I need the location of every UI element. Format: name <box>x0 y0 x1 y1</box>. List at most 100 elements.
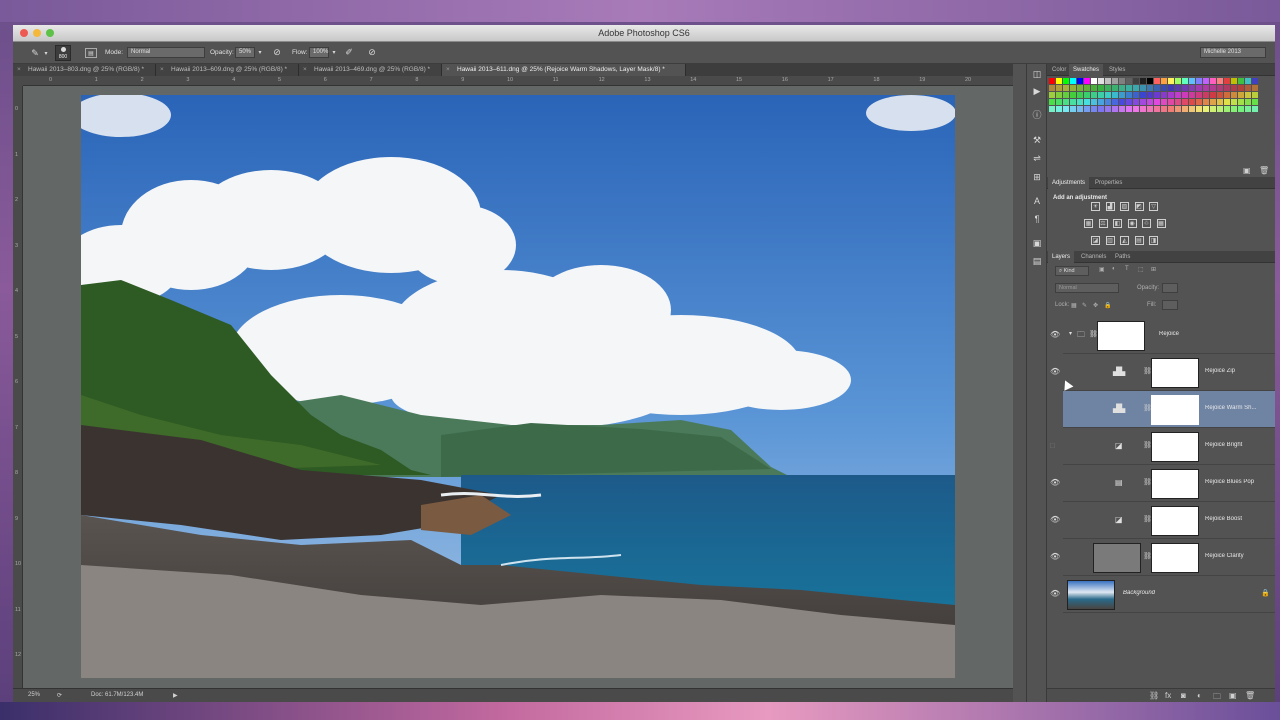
curves-icon[interactable]: ▨ <box>1120 202 1129 211</box>
swatch[interactable] <box>1133 92 1139 98</box>
actions-play-icon[interactable]: ▶ <box>1031 85 1043 97</box>
swatch[interactable] <box>1245 106 1251 112</box>
document-image[interactable] <box>81 95 955 678</box>
swatch[interactable] <box>1252 78 1258 84</box>
eye-icon[interactable]: 👁 <box>1050 331 1060 339</box>
posterize-icon[interactable]: ▥ <box>1105 236 1115 245</box>
layer-row[interactable]: 👁 ⛓ Rejoice Clarity <box>1050 539 1275 576</box>
pressure-size-icon[interactable]: ⊘ <box>366 47 378 57</box>
swatch[interactable] <box>1112 78 1118 84</box>
swatch[interactable] <box>1133 78 1139 84</box>
swatch[interactable] <box>1105 78 1111 84</box>
layer-row-background[interactable]: 👁 Background 🔒 <box>1050 576 1275 613</box>
swatch[interactable] <box>1245 78 1251 84</box>
layer-mask-thumbnail[interactable] <box>1151 543 1199 573</box>
swatch[interactable] <box>1189 78 1195 84</box>
swatch[interactable] <box>1161 99 1167 105</box>
swatch[interactable] <box>1056 99 1062 105</box>
swatch[interactable] <box>1224 85 1230 91</box>
chevron-down-icon[interactable]: ▾ <box>43 49 49 59</box>
shape-filter-icon[interactable]: ⬚ <box>1138 266 1144 273</box>
swatch[interactable] <box>1175 85 1181 91</box>
swatch[interactable] <box>1231 85 1237 91</box>
swatch[interactable] <box>1070 78 1076 84</box>
swatch[interactable] <box>1238 99 1244 105</box>
curves-adjustment-icon[interactable]: ▟▙ <box>1113 367 1125 376</box>
swatch[interactable] <box>1182 85 1188 91</box>
swatch[interactable] <box>1210 85 1216 91</box>
swatch[interactable] <box>1126 78 1132 84</box>
vibrance-icon[interactable]: ▽ <box>1149 202 1158 211</box>
swatch[interactable] <box>1231 92 1237 98</box>
swatch[interactable] <box>1084 78 1090 84</box>
swatch[interactable] <box>1063 85 1069 91</box>
swatch[interactable] <box>1231 78 1237 84</box>
close-tab-icon[interactable]: × <box>303 64 307 76</box>
swatch[interactable] <box>1105 92 1111 98</box>
color-lookup-icon[interactable]: ▦ <box>1156 219 1166 228</box>
swatch[interactable] <box>1154 106 1160 112</box>
swatch[interactable] <box>1203 85 1209 91</box>
flow-dropdown-icon[interactable]: ▾ <box>331 48 337 58</box>
layer-row-group[interactable]: 👁 ▾ 🗀 ⛓ Rejoice <box>1050 317 1275 354</box>
swatch[interactable] <box>1238 92 1244 98</box>
swatch[interactable] <box>1189 106 1195 112</box>
background-thumbnail[interactable] <box>1067 580 1115 610</box>
swatch[interactable] <box>1196 106 1202 112</box>
swatch[interactable] <box>1154 99 1160 105</box>
swatch[interactable] <box>1147 106 1153 112</box>
doc-tab[interactable]: × Hawaii 2013–469.dng @ 25% (RGB/8) * <box>299 64 442 76</box>
swatch[interactable] <box>1119 99 1125 105</box>
layer-mask-thumbnail[interactable] <box>1151 469 1199 499</box>
layer-name[interactable]: Rejoice Zip <box>1205 368 1273 374</box>
link-layers-icon[interactable]: ⛓ <box>1149 691 1159 700</box>
clone-source-icon[interactable]: ⊞ <box>1031 171 1043 183</box>
levels-icon[interactable]: ▟ <box>1105 202 1115 211</box>
swatch[interactable] <box>1210 78 1216 84</box>
swatch[interactable] <box>1098 85 1104 91</box>
lock-position-icon[interactable]: ✥ <box>1093 302 1098 309</box>
layer-name[interactable]: Rejoice Bright <box>1205 442 1273 448</box>
tab-layers[interactable]: Layers <box>1048 251 1075 263</box>
new-adjustment-icon[interactable]: ◐ <box>1197 691 1202 700</box>
swatch[interactable] <box>1161 85 1167 91</box>
delete-layer-icon[interactable]: 🗑 <box>1245 691 1255 700</box>
pressure-opacity-icon[interactable]: ⊘ <box>271 47 283 57</box>
swatch[interactable] <box>1056 92 1062 98</box>
delete-swatch-icon[interactable]: 🗑 <box>1259 166 1269 175</box>
close-tab-icon[interactable]: × <box>446 64 450 76</box>
swatch[interactable] <box>1077 106 1083 112</box>
swatch[interactable] <box>1133 85 1139 91</box>
swatch[interactable] <box>1084 106 1090 112</box>
swatch[interactable] <box>1196 99 1202 105</box>
swatch[interactable] <box>1161 92 1167 98</box>
opacity-dropdown-icon[interactable]: ▾ <box>257 48 263 58</box>
exposure-icon[interactable]: ◩ <box>1134 202 1144 211</box>
swatch[interactable] <box>1063 78 1069 84</box>
swatch[interactable] <box>1238 78 1244 84</box>
new-group-icon[interactable]: 🗀 <box>1213 691 1221 702</box>
color-balance-icon[interactable]: ⚖ <box>1098 219 1108 228</box>
swatch[interactable] <box>1238 106 1244 112</box>
eye-icon[interactable]: 👁 <box>1050 479 1060 487</box>
swatch[interactable] <box>1168 106 1174 112</box>
swatch[interactable] <box>1140 78 1146 84</box>
doc-tab[interactable]: × Hawaii 2013–803.dng @ 25% (RGB/8) * <box>13 64 156 76</box>
swatch[interactable] <box>1098 106 1104 112</box>
status-menu-arrow-icon[interactable]: ▶ <box>173 692 178 699</box>
canvas-area[interactable] <box>23 86 1013 688</box>
swatch[interactable] <box>1252 92 1258 98</box>
swatch[interactable] <box>1063 106 1069 112</box>
swatch[interactable] <box>1133 99 1139 105</box>
adjustment-filter-icon[interactable]: ◐ <box>1112 266 1116 272</box>
eye-icon[interactable]: 👁 <box>1050 516 1060 524</box>
swatch[interactable] <box>1056 85 1062 91</box>
tab-swatches[interactable]: Swatches <box>1069 64 1104 76</box>
gradient-map-icon[interactable]: ▤ <box>1134 236 1144 245</box>
swatch[interactable] <box>1140 106 1146 112</box>
eye-icon[interactable]: 👁 <box>1050 590 1060 598</box>
layer-name[interactable]: Rejoice <box>1159 331 1269 337</box>
swatch[interactable] <box>1147 85 1153 91</box>
layer-mask-thumbnail[interactable] <box>1097 321 1145 351</box>
swatch[interactable] <box>1077 78 1083 84</box>
